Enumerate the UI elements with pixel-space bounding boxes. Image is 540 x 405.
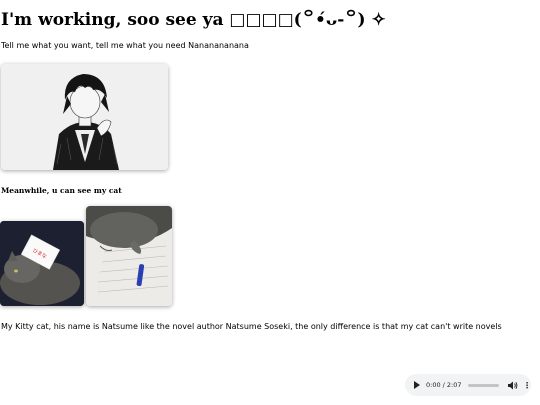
volume-icon[interactable] [508,381,518,390]
page-title: I'm working, soo see ya □□□□(꒪•́ᴗ-꒪) ✧ [1,10,386,30]
anime-artwork-image [1,64,168,170]
cat-photo-2 [86,206,172,306]
audio-time: 0:00 / 2:07 [426,381,462,389]
play-icon[interactable] [414,381,420,389]
audio-player[interactable]: 0:00 / 2:07 ⋮ [405,374,531,396]
cat-photo-1: ひまな [0,221,84,306]
section-heading: Meanwhile, u can see my cat [1,186,122,195]
audio-progress-slider[interactable] [467,383,499,387]
page-subtitle: Tell me what you want, tell me what you … [1,41,249,50]
cat-caption: My Kitty cat, his name is Natsume like t… [1,322,502,331]
more-options-icon[interactable]: ⋮ [523,381,531,390]
